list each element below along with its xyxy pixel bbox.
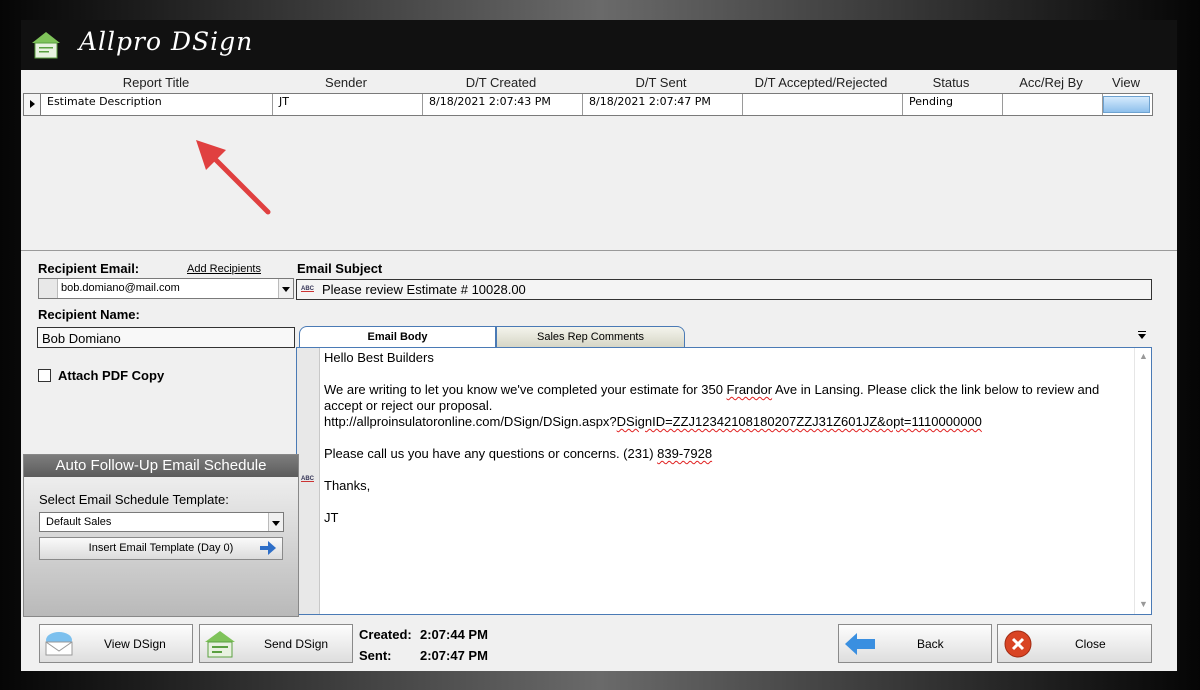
editor-gutter: ABC	[297, 348, 320, 614]
spellcheck-icon: ABC	[301, 286, 314, 292]
recipient-name-field[interactable]: Bob Domiano	[37, 327, 295, 348]
scroll-up-icon[interactable]: ▲	[1139, 352, 1148, 361]
arrow-left-icon	[845, 633, 875, 655]
add-recipients-link[interactable]: Add Recipients	[187, 263, 261, 275]
followup-panel: Auto Follow-Up Email Schedule Select Ema…	[23, 454, 299, 617]
email-body-text[interactable]: Hello Best Builders We are writing to le…	[324, 350, 1124, 542]
recipient-email-combo[interactable]: bob.domiano@mail.com	[38, 278, 294, 299]
close-button[interactable]: Close	[997, 624, 1152, 663]
col-accepted-rejected[interactable]: D/T Accepted/Rejected	[741, 75, 901, 90]
body-scrollbar[interactable]: ▲ ▼	[1134, 348, 1151, 614]
col-status[interactable]: Status	[901, 75, 1001, 90]
tab-email-body[interactable]: Email Body	[299, 326, 496, 347]
send-house-icon	[205, 631, 235, 658]
recipient-email-label: Recipient Email:	[38, 261, 140, 276]
recipient-email-value: bob.domiano@mail.com	[61, 282, 180, 294]
view-dsign-label: View DSign	[104, 637, 166, 651]
body-para1-frandor: Frandor	[726, 382, 773, 397]
created-label: Created:	[359, 627, 412, 642]
cell-status[interactable]: Pending	[903, 94, 1003, 115]
title-bar: Allpro DSign	[21, 20, 1177, 70]
cell-report-title[interactable]: Estimate Description	[41, 94, 273, 115]
body-link-b: DSignID=ZZJ12342108180207ZZJ31Z601JZ&opt…	[616, 414, 982, 429]
insert-template-label: Insert Email Template (Day 0)	[88, 542, 234, 554]
view-dsign-button[interactable]: View DSign	[39, 624, 193, 663]
back-button[interactable]: Back	[838, 624, 992, 663]
close-label: Close	[1075, 637, 1106, 651]
followup-title: Auto Follow-Up Email Schedule	[24, 455, 298, 477]
row-selector-icon[interactable]	[24, 94, 41, 115]
spellcheck-icon: ABC	[301, 476, 314, 482]
cell-created[interactable]: 8/18/2021 2:07:43 PM	[423, 94, 583, 115]
body-thanks: Thanks,	[324, 478, 371, 493]
attach-pdf-checkbox[interactable]	[38, 369, 51, 382]
template-select[interactable]: Default Sales	[39, 512, 284, 532]
template-value: Default Sales	[46, 516, 112, 528]
col-created[interactable]: D/T Created	[421, 75, 581, 90]
grid-header: Report Title Sender D/T Created D/T Sent…	[21, 75, 1177, 91]
annotation-arrow-icon	[196, 140, 271, 215]
col-sent[interactable]: D/T Sent	[581, 75, 741, 90]
recipient-name-value: Bob Domiano	[42, 331, 121, 346]
body-paragraph-1: We are writing to let you know we've com…	[324, 382, 1124, 414]
email-subject-field[interactable]: ABC Please review Estimate # 10028.00	[296, 279, 1152, 300]
attach-pdf-label[interactable]: Attach PDF Copy	[58, 368, 164, 383]
sent-label: Sent:	[359, 648, 392, 663]
dsign-window: Allpro DSign Report Title Sender D/T Cre…	[21, 20, 1177, 671]
email-subject-value: Please review Estimate # 10028.00	[322, 282, 526, 297]
back-label: Back	[917, 637, 944, 651]
scroll-down-icon[interactable]: ▼	[1139, 600, 1148, 609]
body-link[interactable]: http://allproinsulatoronline.com/DSign/D…	[324, 414, 1124, 430]
body-greeting: Hello Best Builders	[324, 350, 434, 365]
template-label: Select Email Schedule Template:	[39, 492, 229, 507]
body-signoff: JT	[324, 510, 339, 525]
close-icon	[1004, 630, 1032, 658]
body-paragraph-2: Please call us you have any questions or…	[324, 446, 1124, 462]
window-frame: Allpro DSign Report Title Sender D/T Cre…	[0, 0, 1200, 690]
house-logo-icon	[32, 32, 60, 59]
body-phone: 839-7928	[657, 446, 713, 461]
chevron-down-icon[interactable]	[268, 513, 283, 531]
chevron-down-icon[interactable]	[278, 279, 293, 298]
recipient-name-label: Recipient Name:	[38, 307, 140, 322]
email-subject-label: Email Subject	[297, 261, 383, 276]
col-sender[interactable]: Sender	[271, 75, 421, 90]
body-para1-a: We are writing to let you know we've com…	[324, 382, 727, 397]
send-dsign-button[interactable]: Send DSign	[199, 624, 353, 663]
send-dsign-label: Send DSign	[264, 637, 329, 651]
app-title: Allpro DSign	[79, 27, 254, 56]
col-report-title[interactable]: Report Title	[41, 75, 271, 90]
tab-menu-icon[interactable]	[1138, 331, 1146, 339]
table-row[interactable]: Estimate Description JT 8/18/2021 2:07:4…	[23, 93, 1153, 116]
cell-accepted-rejected[interactable]	[743, 94, 903, 115]
cell-sender[interactable]: JT	[273, 94, 423, 115]
col-view[interactable]: View	[1101, 75, 1151, 90]
email-body-editor[interactable]: ABC Hello Best Builders We are writing t…	[296, 347, 1152, 615]
view-report-button[interactable]	[1103, 96, 1150, 113]
tab-sales-rep-comments[interactable]: Sales Rep Comments	[496, 326, 685, 347]
created-value: 2:07:44 PM	[420, 627, 488, 642]
envelope-icon	[45, 632, 73, 656]
insert-template-button[interactable]: Insert Email Template (Day 0)	[39, 537, 283, 560]
col-acc-rej-by[interactable]: Acc/Rej By	[1001, 75, 1101, 90]
sent-value: 2:07:47 PM	[420, 648, 488, 663]
body-para2: Please call us you have any questions or…	[324, 446, 658, 461]
body-link-a: http://allproinsulatoronline.com/DSign/D…	[324, 414, 617, 429]
recipient-select-box[interactable]	[39, 279, 58, 298]
cell-sent[interactable]: 8/18/2021 2:07:47 PM	[583, 94, 743, 115]
cell-acc-rej-by[interactable]	[1003, 94, 1103, 115]
arrow-right-icon	[260, 541, 276, 555]
